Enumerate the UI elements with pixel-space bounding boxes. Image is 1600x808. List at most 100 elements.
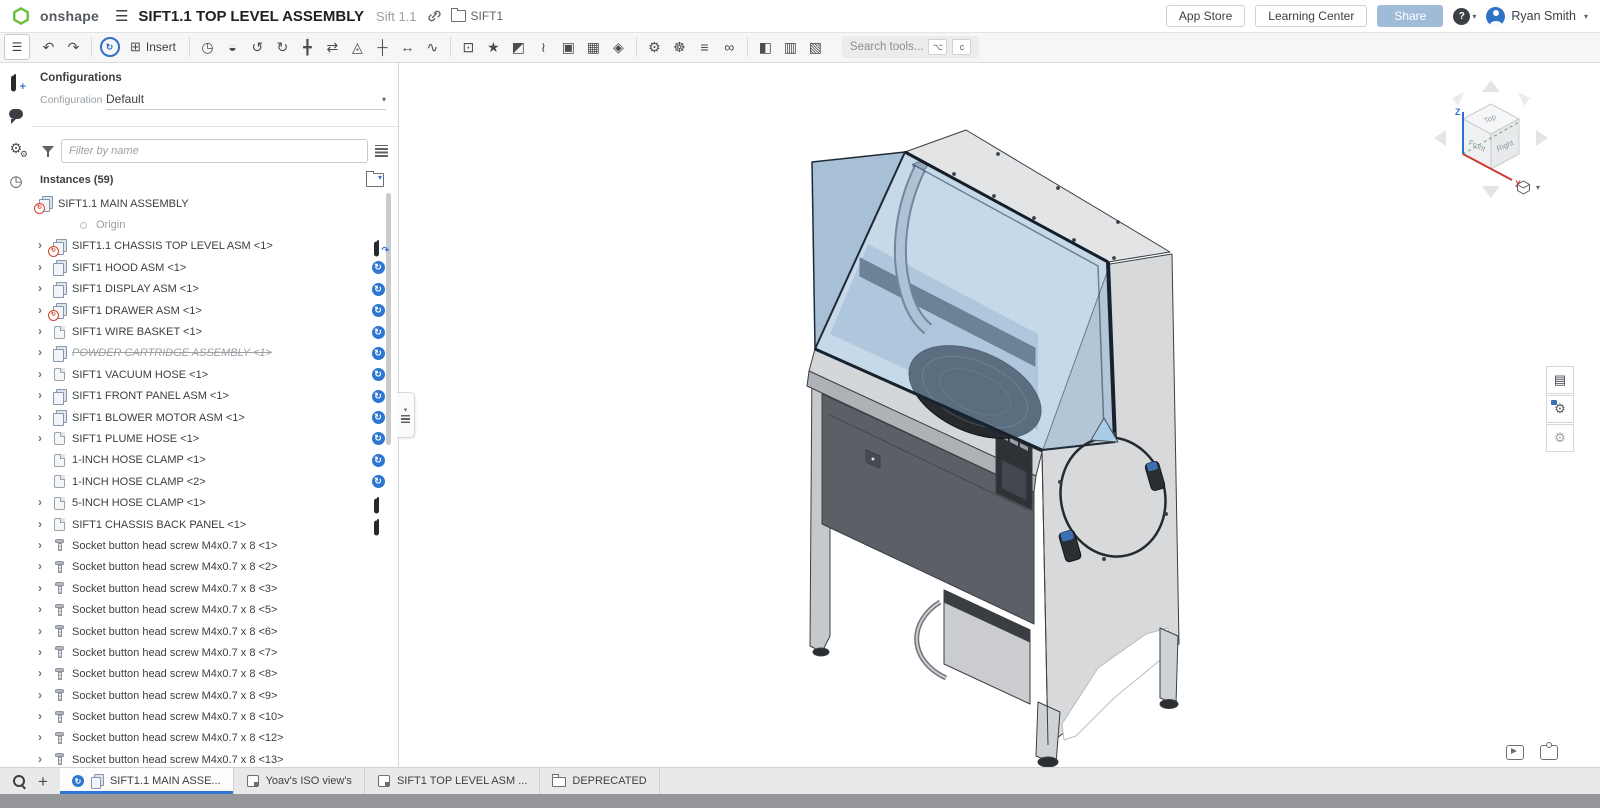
instance-status-icon[interactable] <box>370 752 386 768</box>
expand-chevron-icon[interactable] <box>38 689 52 703</box>
expand-chevron-icon[interactable] <box>38 582 52 596</box>
transform-box-icon[interactable]: ⊡ <box>456 35 481 59</box>
document-tab[interactable]: ↻ SIFT1 TOP LEVEL ASM ... <box>365 768 540 794</box>
instance-row[interactable]: ↻ Socket button head screw M4x0.7 x 8 <6… <box>32 621 398 642</box>
expand-chevron-icon[interactable] <box>38 667 52 681</box>
instance-row[interactable]: ↻ Socket button head screw M4x0.7 x 8 <3… <box>32 578 398 599</box>
rotate-corner-arrow[interactable] <box>1452 92 1464 106</box>
instance-row[interactable]: ↻ POWDER CARTRIDGE ASSEMBLY <1> <box>32 343 398 364</box>
onshape-logo-icon[interactable] <box>12 7 30 25</box>
instance-status-icon[interactable] <box>370 559 386 575</box>
instance-status-icon[interactable] <box>370 260 386 276</box>
instance-status-icon[interactable] <box>370 538 386 554</box>
rotate-corner-arrow[interactable] <box>1518 92 1530 106</box>
instance-status-icon[interactable] <box>370 730 386 746</box>
insert-button[interactable]: ⊞ Insert <box>122 35 184 59</box>
pattern-table-icon[interactable]: ▦ <box>581 35 606 59</box>
expand-chevron-icon[interactable] <box>38 389 52 403</box>
scale-figure-icon[interactable] <box>1540 745 1558 760</box>
gears-icon[interactable]: ⚙ <box>6 138 26 158</box>
mate-connector-icon[interactable] <box>6 72 26 92</box>
user-menu[interactable]: Ryan Smith ▾ <box>1486 7 1588 26</box>
app-store-button[interactable]: App Store <box>1166 5 1245 27</box>
expand-chevron-icon[interactable] <box>38 646 52 660</box>
expand-chevron-icon[interactable] <box>38 625 52 639</box>
instance-status-icon[interactable] <box>370 238 386 254</box>
instance-row[interactable]: ↻ Origin <box>32 214 398 235</box>
expand-chevron-icon[interactable] <box>38 518 52 532</box>
instance-row[interactable]: ↻ SIFT1 CHASSIS BACK PANEL <1> <box>32 514 398 535</box>
list-view-icon[interactable] <box>375 145 388 157</box>
new-tab-button[interactable]: + <box>38 773 48 790</box>
breadcrumb[interactable]: SIFT1 <box>451 9 504 23</box>
instance-row[interactable]: ↻ SIFT1 DISPLAY ASM <1> <box>32 279 398 300</box>
instance-status-icon[interactable] <box>370 196 386 212</box>
expand-chevron-icon[interactable] <box>38 560 52 574</box>
instance-status-icon[interactable] <box>370 431 386 447</box>
clock-icon[interactable]: ◷ <box>195 35 220 59</box>
bom-table-icon[interactable]: ▤ <box>1546 366 1574 394</box>
instance-row[interactable]: ↻ Socket button head screw M4x0.7 x 8 <1… <box>32 728 398 749</box>
instance-status-icon[interactable] <box>370 581 386 597</box>
rotate-mate-icon[interactable]: ↻ <box>270 35 295 59</box>
expand-chevron-icon[interactable] <box>38 282 52 296</box>
instance-row[interactable]: ↻ 5-INCH HOSE CLAMP <1> <box>32 492 398 513</box>
rotate-right-arrow[interactable] <box>1536 130 1548 146</box>
instance-row[interactable]: ↻ Socket button head screw M4x0.7 x 8 <1… <box>32 535 398 556</box>
view-modes-button[interactable]: ▾ <box>1516 180 1540 195</box>
instance-status-icon[interactable] <box>370 517 386 533</box>
gear-relation-icon[interactable]: ⚙ <box>642 35 667 59</box>
mirror-icon[interactable]: ◈ <box>606 35 631 59</box>
expand-chevron-icon[interactable] <box>38 731 52 745</box>
help-menu[interactable]: ? ▾ <box>1453 8 1476 25</box>
swap-arrows-icon[interactable]: ⇄ <box>320 35 345 59</box>
configuration-select[interactable]: Default ▾ <box>106 92 386 110</box>
snap-mode-icon[interactable]: ◬ <box>345 35 370 59</box>
instance-row[interactable]: ↻ Socket button head screw M4x0.7 x 8 <1… <box>32 706 398 727</box>
replicate-icon[interactable]: ▣ <box>556 35 581 59</box>
instance-row[interactable]: ↻ SIFT1 FRONT PANEL ASM <1> <box>32 386 398 407</box>
instance-row[interactable]: ↻ Socket button head screw M4x0.7 x 8 <9… <box>32 685 398 706</box>
instance-row[interactable]: ↻ SIFT1 HOOD ASM <1> <box>32 257 398 278</box>
translate-icon[interactable]: ┼ <box>370 35 395 59</box>
undo-icon[interactable]: ↶ <box>36 35 61 59</box>
instance-status-icon[interactable] <box>370 645 386 661</box>
instance-row[interactable]: ↻ Socket button head screw M4x0.7 x 8 <1… <box>32 749 398 768</box>
instance-row[interactable]: ↻ SIFT1 PLUME HOSE <1> <box>32 428 398 449</box>
instance-status-icon[interactable] <box>370 410 386 426</box>
rotate-left-arrow[interactable] <box>1434 130 1446 146</box>
instance-row[interactable]: ↻ Socket button head screw M4x0.7 x 8 <8… <box>32 664 398 685</box>
path-pattern-icon[interactable]: ≀ <box>531 35 556 59</box>
document-tab[interactable]: ↻ SIFT1.1 MAIN ASSE... <box>60 768 234 794</box>
expand-chevron-icon[interactable] <box>38 496 52 510</box>
explode-view-icon[interactable]: ★ <box>481 35 506 59</box>
assembly-3d-model[interactable] <box>398 62 1600 768</box>
redo-icon[interactable]: ↷ <box>61 35 86 59</box>
mate-icon[interactable]: ◒ <box>220 35 245 59</box>
rotate-down-arrow[interactable] <box>1482 186 1500 198</box>
filter-input[interactable] <box>61 139 368 163</box>
instances-panel-toggle[interactable]: ☰ <box>4 34 30 60</box>
instance-status-icon[interactable] <box>370 281 386 297</box>
sheet-metal-icon[interactable]: ◧ <box>753 35 778 59</box>
instance-status-icon[interactable] <box>370 388 386 404</box>
folder-action-icon[interactable] <box>366 173 384 187</box>
search-tools-input[interactable]: Search tools... ⌥ c <box>842 36 980 58</box>
expand-chevron-icon[interactable] <box>38 753 52 767</box>
drawing-icon[interactable]: ▥ <box>778 35 803 59</box>
belt-relation-icon[interactable]: ∞ <box>717 35 742 59</box>
instance-row[interactable]: ↻ SIFT1 WIRE BASKET <1> <box>32 321 398 342</box>
instance-status-icon[interactable] <box>370 624 386 640</box>
instance-status-icon[interactable] <box>370 709 386 725</box>
expand-chevron-icon[interactable] <box>38 325 52 339</box>
instance-row[interactable]: ↻ 1-INCH HOSE CLAMP <1> <box>32 450 398 471</box>
expand-chevron-icon[interactable] <box>38 368 52 382</box>
instance-row[interactable]: ↻ 1-INCH HOSE CLAMP <2> <box>32 471 398 492</box>
instance-status-icon[interactable] <box>370 303 386 319</box>
share-button[interactable]: Share <box>1377 5 1443 27</box>
instance-status-icon[interactable] <box>370 217 386 233</box>
tree-scrollbar[interactable] <box>386 193 391 445</box>
curve-drag-icon[interactable]: ∿ <box>420 35 445 59</box>
gear-fixture-icon[interactable]: ☸ <box>667 35 692 59</box>
instance-status-icon[interactable] <box>370 495 386 511</box>
